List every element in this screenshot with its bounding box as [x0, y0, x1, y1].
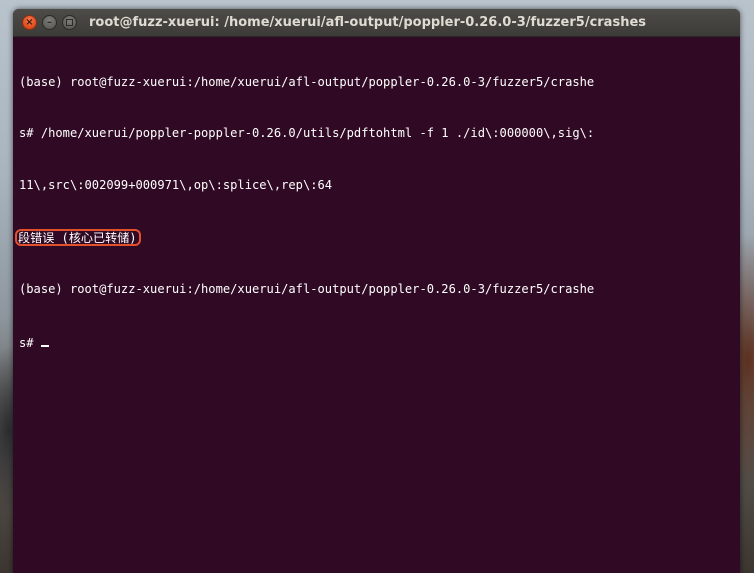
segfault-message-highlight: 段错误 (核心已转储): [15, 229, 141, 247]
close-button[interactable]: ×: [22, 15, 37, 30]
terminal-line: 11\,src\:002099+000971\,op\:splice\,rep\…: [19, 178, 333, 193]
terminal-line: (base) root@fuzz-xuerui:/home/xuerui/afl…: [19, 74, 595, 89]
title-bar[interactable]: × – root@fuzz-xuerui: /home/xuerui/afl-o…: [13, 9, 740, 37]
maximize-icon: [66, 19, 73, 26]
terminal-line: s# /home/xuerui/poppler-poppler-0.26.0/u…: [19, 126, 595, 141]
window-title: root@fuzz-xuerui: /home/xuerui/afl-outpu…: [89, 15, 647, 30]
text-cursor: [40, 333, 49, 348]
terminal-prompt-line[interactable]: s#: [19, 333, 734, 350]
terminal-line: 段错误 (核心已转储): [15, 229, 734, 247]
close-icon: ×: [25, 16, 34, 28]
terminal-window[interactable]: × – root@fuzz-xuerui: /home/xuerui/afl-o…: [13, 9, 740, 573]
prompt: s#: [19, 336, 41, 351]
maximize-button[interactable]: [62, 15, 77, 30]
terminal-line: (base) root@fuzz-xuerui:/home/xuerui/afl…: [19, 282, 595, 297]
terminal-output[interactable]: (base) root@fuzz-xuerui:/home/xuerui/afl…: [15, 39, 734, 385]
minimize-button[interactable]: –: [42, 15, 57, 30]
minimize-icon: –: [47, 16, 52, 28]
